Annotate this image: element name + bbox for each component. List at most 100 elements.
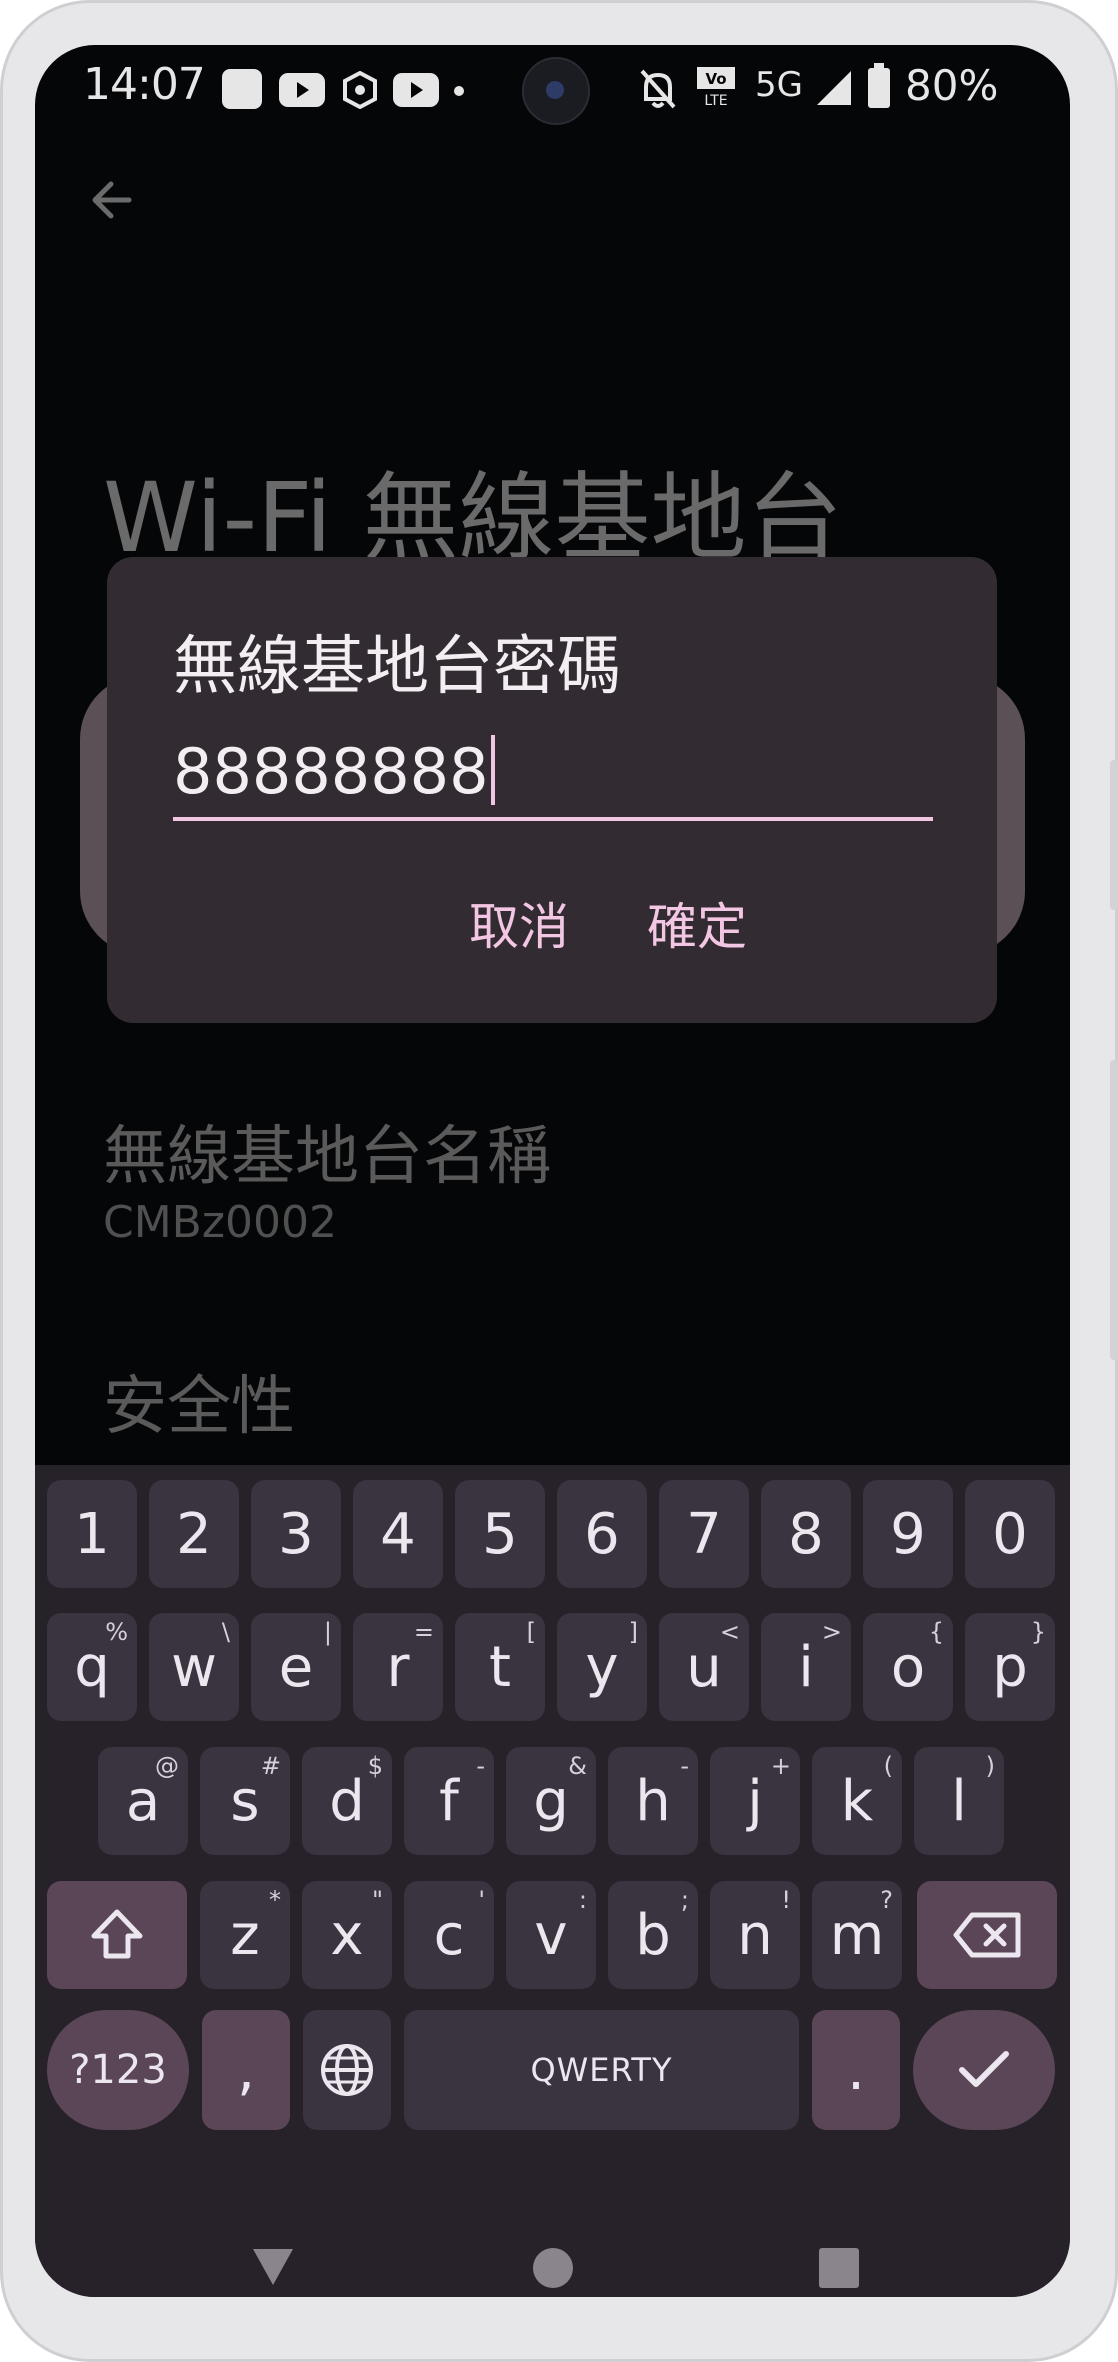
key-k[interactable]: k( (812, 1747, 902, 1855)
back-arrow-icon[interactable] (85, 170, 145, 230)
recents-square-icon[interactable] (818, 2247, 860, 2289)
key-y[interactable]: y] (557, 1613, 647, 1721)
password-value: 88888888 (173, 735, 489, 808)
symbols-key-label: ?123 (69, 2047, 167, 2093)
key-7[interactable]: 7 (659, 1480, 749, 1588)
key-i-label: i (798, 1634, 814, 1700)
ok-button[interactable]: 確定 (647, 887, 747, 959)
key-z-label: z (230, 1902, 260, 1968)
key-9[interactable]: 9 (863, 1480, 953, 1588)
shift-key[interactable] (47, 1881, 187, 1989)
key-j[interactable]: j + (710, 1747, 800, 1855)
key-h[interactable]: h- (608, 1747, 698, 1855)
key-a-alt-symbol: @ (155, 1752, 179, 1780)
key-s-alt-symbol: # (260, 1752, 281, 1780)
key-f-alt-symbol: - (476, 1752, 485, 1780)
key-w[interactable]: w \ (149, 1613, 239, 1721)
key-c-alt-symbol: ' (478, 1886, 485, 1914)
symbols-key[interactable]: ?123 (47, 2010, 189, 2130)
key-y-alt-symbol: ] (628, 1618, 638, 1646)
volte-icon: Vo LTE (697, 67, 735, 107)
key-r-label: r (386, 1634, 410, 1700)
key-s-label: s (230, 1768, 260, 1834)
done-key[interactable] (913, 2010, 1055, 2130)
power-button (1110, 1060, 1118, 1360)
key-m[interactable]: m? (812, 1881, 902, 1989)
key-7-label: 7 (686, 1501, 722, 1567)
key-v-alt-symbol: : (578, 1886, 587, 1914)
key-3-label: 3 (278, 1501, 314, 1567)
key-2[interactable]: 2 (149, 1480, 239, 1588)
key-l-label: l (951, 1768, 967, 1834)
hotspot-name-label[interactable]: 無線基地台名稱 (103, 1105, 551, 1197)
key-k-label: k (840, 1768, 874, 1834)
key-p-label: p (992, 1634, 1028, 1700)
key-v[interactable]: v: (506, 1881, 596, 1989)
security-label[interactable]: 安全性 (103, 1355, 295, 1447)
key-n-alt-symbol: ! (781, 1886, 791, 1914)
key-8[interactable]: 8 (761, 1480, 851, 1588)
key-b-alt-symbol: ; (680, 1886, 689, 1914)
status-bar: 14:07 Vo LTE 5G 80% (35, 45, 1070, 133)
key-n[interactable]: n! (710, 1881, 800, 1989)
key-p[interactable]: p} (965, 1613, 1055, 1721)
key-u[interactable]: u < (659, 1613, 749, 1721)
front-camera (522, 57, 590, 125)
key-w-label: w (171, 1634, 217, 1700)
key-f[interactable]: f- (404, 1747, 494, 1855)
key-q[interactable]: q% (47, 1613, 137, 1721)
battery-percent: 80% (905, 61, 999, 110)
key-c[interactable]: c ' (404, 1881, 494, 1989)
network-type: 5G (755, 65, 803, 105)
screen: 14:07 Vo LTE 5G 80% Wi-Fi 無線基地台 無線基地台名稱 C… (35, 45, 1070, 2297)
key-u-alt-symbol: < (719, 1618, 740, 1646)
key-k-alt-symbol: ( (883, 1752, 893, 1780)
key-m-alt-symbol: ? (880, 1886, 893, 1914)
key-p-alt-symbol: } (1030, 1618, 1046, 1646)
password-input[interactable]: 88888888 (173, 727, 933, 821)
key-a[interactable]: a @ (98, 1747, 188, 1855)
key-1[interactable]: 1 (47, 1480, 137, 1588)
key-j-alt-symbol: + (770, 1752, 791, 1780)
key-6[interactable]: 6 (557, 1480, 647, 1588)
key-h-alt-symbol: - (680, 1752, 689, 1780)
key-4-label: 4 (380, 1501, 416, 1567)
home-circle-icon[interactable] (532, 2247, 574, 2289)
space-key[interactable]: QWERTY (404, 2010, 799, 2130)
key-2-label: 2 (176, 1501, 212, 1567)
key-r-alt-symbol: = (413, 1618, 434, 1646)
svg-text:Vo: Vo (705, 70, 726, 88)
backspace-key[interactable] (917, 1881, 1057, 1989)
key-s[interactable]: s # (200, 1747, 290, 1855)
key-i[interactable]: i > (761, 1613, 851, 1721)
language-key[interactable] (303, 2010, 391, 2130)
key-0-label: 0 (992, 1501, 1028, 1567)
key-b[interactable]: b; (608, 1881, 698, 1989)
key-3[interactable]: 3 (251, 1480, 341, 1588)
shift-arrow-icon (91, 1909, 143, 1959)
key-l-alt-symbol: ) (985, 1752, 995, 1780)
key-4[interactable]: 4 (353, 1480, 443, 1588)
cancel-button[interactable]: 取消 (469, 887, 569, 959)
key-r[interactable]: r = (353, 1613, 443, 1721)
key-0[interactable]: 0 (965, 1480, 1055, 1588)
text-cursor (490, 735, 495, 805)
check-icon (959, 2051, 1009, 2087)
comma-key-label: , (237, 2037, 255, 2103)
period-key[interactable]: . (812, 2010, 900, 2130)
key-d[interactable]: d $ (302, 1747, 392, 1855)
key-e[interactable]: e | (251, 1613, 341, 1721)
key-l[interactable]: l) (914, 1747, 1004, 1855)
key-o[interactable]: o{ (863, 1613, 953, 1721)
back-triangle-icon[interactable] (249, 2245, 297, 2289)
key-z[interactable]: z * (200, 1881, 290, 1989)
key-6-label: 6 (584, 1501, 620, 1567)
key-t-label: t (489, 1634, 511, 1700)
key-x[interactable]: x " (302, 1881, 392, 1989)
key-5[interactable]: 5 (455, 1480, 545, 1588)
key-i-alt-symbol: > (821, 1618, 842, 1646)
key-t[interactable]: t[ (455, 1613, 545, 1721)
key-g[interactable]: g & (506, 1747, 596, 1855)
comma-key[interactable]: , (202, 2010, 290, 2130)
volume-button (1110, 760, 1118, 910)
